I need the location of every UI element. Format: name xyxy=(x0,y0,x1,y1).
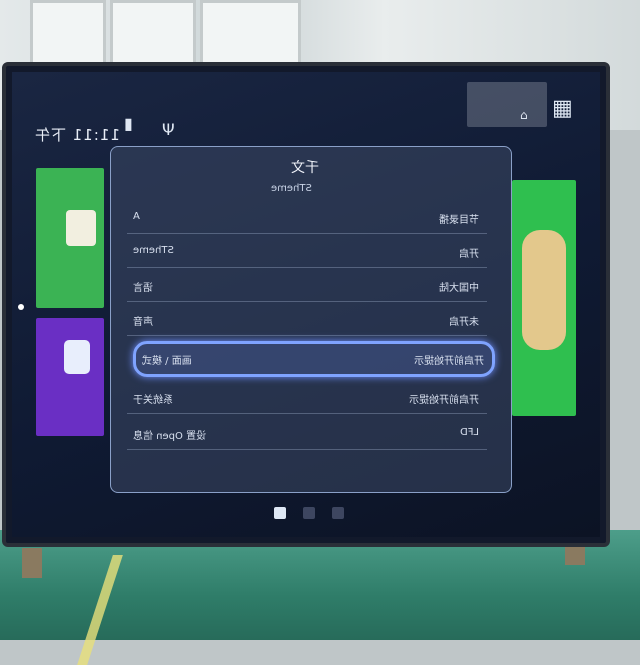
settings-row[interactable]: A 节目录播 xyxy=(127,203,487,234)
page-dot-active[interactable] xyxy=(274,507,286,519)
screen-glare xyxy=(467,82,547,127)
settings-row-value: 开启前开始提示 xyxy=(414,356,484,367)
settings-row[interactable]: 声音 未开启 xyxy=(127,305,487,336)
app-tile-icon xyxy=(64,340,90,374)
settings-row-value: 开启前开始提示 xyxy=(409,395,479,406)
settings-row[interactable]: 语言 中国大陆 xyxy=(127,271,487,302)
settings-subtitle: STheme xyxy=(271,183,312,194)
cartoon-image xyxy=(522,230,566,350)
page-dot[interactable] xyxy=(332,507,345,519)
page-dot[interactable] xyxy=(303,507,316,519)
antenna-icon: Ψ xyxy=(162,120,175,139)
grid-icon[interactable]: ▦ xyxy=(552,96,573,121)
settings-row-label: 画面 \ 模式 xyxy=(142,356,192,367)
page-dots xyxy=(274,504,356,523)
settings-row-label: 系统关于 xyxy=(133,395,173,406)
settings-row-value: 节目录播 xyxy=(439,215,479,226)
nav-indicator xyxy=(18,304,24,310)
settings-panel: 千文 STheme A 节目录播 STheme 开启 语言 中国大陆 声音 未开… xyxy=(110,146,512,493)
settings-row-label: 声音 xyxy=(133,317,153,328)
settings-row-selected[interactable]: 画面 \ 模式 开启前开始提示 xyxy=(133,341,495,377)
clock: 11:11 下午 xyxy=(34,126,120,144)
settings-row-label: 语言 xyxy=(133,283,153,294)
settings-row[interactable]: STheme 开启 xyxy=(127,237,487,268)
settings-row-label: STheme xyxy=(133,245,174,256)
settings-row-value: 未开启 xyxy=(449,317,479,328)
settings-row[interactable]: 设置 Open 信息 LFD xyxy=(127,419,487,450)
settings-row[interactable]: 系统关于 开启前开始提示 xyxy=(127,383,487,414)
settings-row-label: A xyxy=(133,211,140,222)
battery-icon: ▮ xyxy=(124,114,133,133)
settings-row-label: 设置 Open 信息 xyxy=(133,431,207,442)
settings-title: 千文 xyxy=(291,160,319,176)
television: 11:11 下午 ▮ Ψ ▦ ⌂ 千文 STheme A 节目录播 STheme… xyxy=(2,62,610,547)
tv-leg-left xyxy=(22,548,42,578)
app-tile-purple[interactable] xyxy=(36,318,104,436)
settings-row-value: 中国大陆 xyxy=(439,283,479,294)
settings-row-value: LFD xyxy=(459,427,479,438)
settings-row-value: 开启 xyxy=(459,249,479,260)
tv-screen: 11:11 下午 ▮ Ψ ▦ ⌂ 千文 STheme A 节目录播 STheme… xyxy=(12,72,600,537)
app-tile-icon xyxy=(66,210,96,246)
